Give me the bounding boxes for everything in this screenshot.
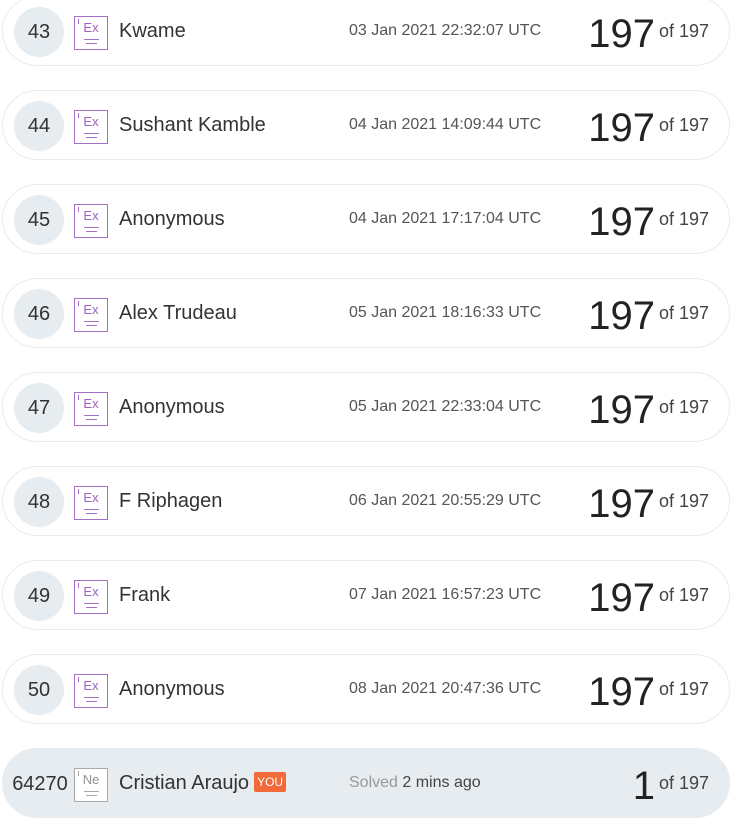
expert-badge-icon: Ex — [74, 392, 108, 426]
score-value: 197 — [588, 482, 655, 526]
player-name-text: Cristian Araujo — [119, 772, 250, 794]
leaderboard-row: 47 Ex Anonymous 05 Jan 2021 22:33:04 UTC… — [2, 372, 730, 442]
score: 1 of 197 — [633, 749, 709, 825]
leaderboard-row: 46 Ex Alex Trudeau 05 Jan 2021 18:16:33 … — [2, 278, 730, 348]
expert-badge-icon: Ex — [74, 580, 108, 614]
leaderboard-row: 50 Ex Anonymous 08 Jan 2021 20:47:36 UTC… — [2, 654, 730, 724]
leaderboard-row: 48 Ex F Riphagen 06 Jan 2021 20:55:29 UT… — [2, 466, 730, 536]
player-name[interactable]: Anonymous — [119, 185, 225, 253]
player-name[interactable]: Cristian Araujo YOU — [119, 749, 287, 817]
completion-time: 04 Jan 2021 17:17:04 UTC — [349, 210, 542, 227]
solved-status: Solved 2 mins ago — [349, 749, 481, 817]
completion-time: 07 Jan 2021 16:57:23 UTC — [349, 586, 542, 603]
leaderboard-row: 44 Ex Sushant Kamble 04 Jan 2021 14:09:4… — [2, 90, 730, 160]
score: 197 of 197 — [588, 185, 709, 261]
completion-time: 03 Jan 2021 22:32:07 UTC — [349, 22, 542, 39]
expert-badge-icon: Ex — [74, 674, 108, 708]
score: 197 of 197 — [588, 561, 709, 637]
expert-badge-icon: Ex — [74, 298, 108, 332]
score-value: 197 — [588, 388, 655, 432]
score-value: 197 — [588, 200, 655, 244]
player-name[interactable]: Sushant Kamble — [119, 91, 266, 159]
score-total: of 197 — [658, 585, 709, 605]
you-badge: YOU — [254, 772, 287, 792]
score: 197 of 197 — [588, 91, 709, 167]
expert-badge-icon: Ex — [74, 110, 108, 144]
rank-number: 64270 — [12, 773, 68, 795]
leaderboard-row: 49 Ex Frank 07 Jan 2021 16:57:23 UTC 197… — [2, 560, 730, 630]
score: 197 of 197 — [588, 373, 709, 449]
expert-badge-icon: Ex — [74, 486, 108, 520]
score-total: of 197 — [658, 679, 709, 699]
completion-time: 05 Jan 2021 18:16:33 UTC — [349, 304, 542, 321]
score-total: of 197 — [658, 209, 709, 229]
rank-number: 45 — [14, 195, 64, 245]
rank-number: 47 — [14, 383, 64, 433]
solved-time-ago: 2 mins ago — [402, 774, 481, 791]
score-total: of 197 — [658, 397, 709, 417]
leaderboard-row: 43 Ex Kwame 03 Jan 2021 22:32:07 UTC 197… — [2, 0, 730, 66]
score-total: of 197 — [658, 303, 709, 323]
score-value: 197 — [588, 670, 655, 714]
rank-number: 43 — [14, 7, 64, 57]
score-value: 197 — [588, 294, 655, 338]
player-name[interactable]: Anonymous — [119, 655, 225, 723]
score: 197 of 197 — [588, 467, 709, 543]
score-value: 197 — [588, 576, 655, 620]
expert-badge-icon: Ex — [74, 16, 108, 50]
score-total: of 197 — [658, 491, 709, 511]
rank-number: 49 — [14, 571, 64, 621]
player-name[interactable]: Anonymous — [119, 373, 225, 441]
score-value: 197 — [588, 12, 655, 56]
player-name[interactable]: F Riphagen — [119, 467, 222, 535]
score-total: of 197 — [658, 773, 709, 793]
score-total: of 197 — [658, 115, 709, 135]
novice-badge-icon: Ne — [74, 768, 108, 802]
completion-time: 08 Jan 2021 20:47:36 UTC — [349, 680, 542, 697]
expert-badge-icon: Ex — [74, 204, 108, 238]
rank-number: 44 — [14, 101, 64, 151]
completion-time: 06 Jan 2021 20:55:29 UTC — [349, 492, 542, 509]
score: 197 of 197 — [588, 279, 709, 355]
player-name[interactable]: Alex Trudeau — [119, 279, 237, 347]
score-value: 197 — [588, 106, 655, 150]
player-name[interactable]: Frank — [119, 561, 170, 629]
completion-time: 04 Jan 2021 14:09:44 UTC — [349, 116, 542, 133]
completion-time: 05 Jan 2021 22:33:04 UTC — [349, 398, 542, 415]
current-user-row: 64270 Ne Cristian Araujo YOU Solved 2 min… — [2, 748, 730, 818]
score: 197 of 197 — [588, 0, 709, 73]
score-value: 1 — [632, 764, 655, 808]
leaderboard-row: 45 Ex Anonymous 04 Jan 2021 17:17:04 UTC… — [2, 184, 730, 254]
score-total: of 197 — [658, 21, 709, 41]
leaderboard: 43 Ex Kwame 03 Jan 2021 22:32:07 UTC 197… — [0, 0, 748, 824]
rank-number: 48 — [14, 477, 64, 527]
score: 197 of 197 — [588, 655, 709, 731]
player-name[interactable]: Kwame — [119, 0, 186, 65]
solved-label: Solved — [349, 774, 398, 791]
rank-number: 50 — [14, 665, 64, 715]
rank-number: 46 — [14, 289, 64, 339]
